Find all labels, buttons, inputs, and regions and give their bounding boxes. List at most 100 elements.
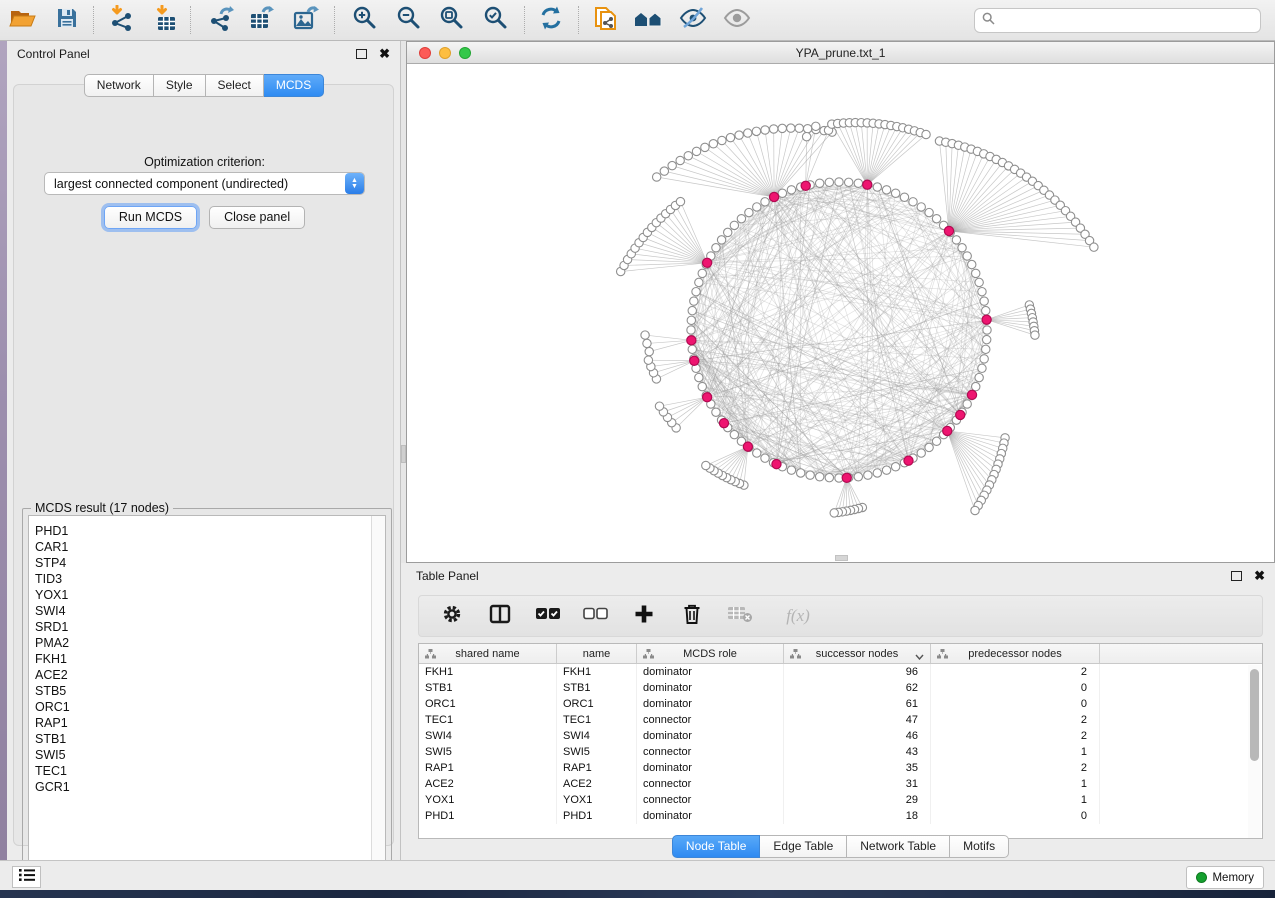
column-header-successor-nodes[interactable]: successor nodes [784, 644, 931, 663]
cell-successor-nodes: 18 [784, 808, 931, 824]
list-item[interactable]: ACE2 [35, 667, 385, 683]
close-panel-button[interactable]: Close panel [209, 206, 305, 229]
column-header-shared-name[interactable]: shared name [419, 644, 557, 663]
list-item[interactable]: STB1 [35, 731, 385, 747]
list-item[interactable]: TID3 [35, 571, 385, 587]
export-image-icon [293, 5, 320, 36]
delete-row-button[interactable] [679, 603, 705, 629]
task-history-button[interactable] [12, 866, 41, 888]
zoom-in-button[interactable] [346, 3, 384, 37]
list-item[interactable]: SWI4 [35, 603, 385, 619]
list-item[interactable]: GCR1 [35, 779, 385, 795]
mcds-list-scrollbar[interactable] [371, 516, 385, 873]
tree-icon [643, 649, 654, 662]
tab-network[interactable]: Network [84, 74, 154, 97]
table-row[interactable]: YOX1YOX1connector291 [419, 792, 1262, 808]
zoom-fit-button[interactable] [433, 3, 471, 37]
list-item[interactable]: YOX1 [35, 587, 385, 603]
close-panel-icon[interactable]: ✖ [1254, 571, 1265, 581]
export-table-button[interactable] [243, 3, 281, 37]
list-item[interactable]: STB5 [35, 683, 385, 699]
list-item[interactable]: PHD1 [35, 523, 385, 539]
list-item[interactable]: RAP1 [35, 715, 385, 731]
zoom-out-button[interactable] [390, 3, 428, 37]
table-scrollbar-thumb[interactable] [1250, 669, 1259, 761]
show-columns-button[interactable] [487, 603, 513, 629]
zoom-in-icon [352, 5, 378, 36]
search-input[interactable] [1000, 11, 1260, 31]
table-row[interactable]: RAP1RAP1dominator352 [419, 760, 1262, 776]
cell-mcds-role: dominator [637, 728, 784, 744]
tree-icon [937, 649, 948, 662]
tab-style[interactable]: Style [154, 74, 206, 97]
import-table-button[interactable] [147, 3, 185, 37]
toolbar-separator [190, 6, 191, 34]
memory-status-icon [1196, 872, 1207, 883]
column-header-mcds-role[interactable]: MCDS role [637, 644, 784, 663]
table-row[interactable]: SWI4SWI4dominator462 [419, 728, 1262, 744]
duplicate-network-button[interactable] [587, 3, 625, 37]
mcds-result-list[interactable]: PHD1CAR1STP4TID3YOX1SWI4SRD1PMA2FKH1ACE2… [28, 515, 386, 874]
cell-predecessor-nodes: 2 [931, 760, 1100, 776]
close-panel-icon[interactable]: ✖ [379, 49, 390, 59]
list-item[interactable]: FKH1 [35, 651, 385, 667]
tab-mcds[interactable]: MCDS [264, 74, 324, 97]
table-row[interactable]: STB1STB1dominator620 [419, 680, 1262, 696]
export-network-button[interactable] [203, 3, 241, 37]
column-header-name[interactable]: name [557, 644, 637, 663]
import-network-button[interactable] [103, 3, 141, 37]
memory-button[interactable]: Memory [1186, 866, 1264, 889]
sort-icon[interactable] [915, 651, 924, 663]
table-row[interactable]: ORC1ORC1dominator610 [419, 696, 1262, 712]
tab-network-table[interactable]: Network Table [847, 835, 950, 858]
float-panel-icon[interactable] [356, 49, 367, 59]
table-row[interactable]: FKH1FKH1dominator962 [419, 664, 1262, 680]
list-item[interactable]: TEC1 [35, 763, 385, 779]
column-header-predecessor-nodes[interactable]: predecessor nodes [931, 644, 1100, 663]
tab-edge-table[interactable]: Edge Table [760, 835, 847, 858]
list-item[interactable]: SRD1 [35, 619, 385, 635]
list-item[interactable]: STP4 [35, 555, 385, 571]
zoom-selected-button[interactable] [477, 3, 515, 37]
list-item[interactable]: PMA2 [35, 635, 385, 651]
list-item[interactable]: CAR1 [35, 539, 385, 555]
open-file-button[interactable] [4, 3, 42, 37]
cell-shared-name: STB1 [419, 680, 557, 696]
export-image-button[interactable] [287, 3, 325, 37]
save-session-button[interactable] [48, 3, 86, 37]
list-item[interactable]: ORC1 [35, 699, 385, 715]
horizontal-splitter-handle[interactable] [835, 555, 848, 561]
table-settings-button[interactable] [439, 603, 465, 629]
table-scrollbar[interactable] [1248, 665, 1261, 839]
network-visualization[interactable] [407, 64, 1274, 562]
first-neighbors-button[interactable] [630, 3, 668, 37]
tab-motifs[interactable]: Motifs [950, 835, 1009, 858]
delete-table-button[interactable] [727, 603, 753, 629]
search-field[interactable] [974, 8, 1261, 33]
show-all-button[interactable] [718, 3, 756, 37]
table-row[interactable]: PHD1PHD1dominator180 [419, 808, 1262, 824]
tab-node-table[interactable]: Node Table [672, 835, 761, 858]
refresh-layout-button[interactable] [532, 3, 570, 37]
table-row[interactable]: ACE2ACE2connector311 [419, 776, 1262, 792]
table-row[interactable]: TEC1TEC1connector472 [419, 712, 1262, 728]
hide-selected-button[interactable] [674, 3, 712, 37]
cell-mcds-role: dominator [637, 696, 784, 712]
select-all-button[interactable] [535, 603, 561, 629]
run-mcds-button[interactable]: Run MCDS [104, 206, 197, 229]
network-canvas[interactable] [407, 64, 1274, 562]
cell-name: TEC1 [557, 712, 637, 728]
criterion-select[interactable]: largest connected component (undirected)… [44, 172, 365, 195]
network-titlebar: YPA_prune.txt_1 [407, 42, 1274, 64]
list-item[interactable]: SWI5 [35, 747, 385, 763]
float-panel-icon[interactable] [1231, 571, 1242, 581]
function-builder-button[interactable]: f(x) [775, 603, 821, 629]
cell-shared-name: TEC1 [419, 712, 557, 728]
table-tabs: Node TableEdge TableNetwork TableMotifs [406, 835, 1275, 858]
tab-select[interactable]: Select [206, 74, 264, 97]
table-row[interactable]: SWI5SWI5connector431 [419, 744, 1262, 760]
cell-predecessor-nodes: 0 [931, 696, 1100, 712]
unselect-all-button[interactable] [583, 603, 609, 629]
list-icon [18, 868, 36, 887]
add-row-button[interactable] [631, 603, 657, 629]
